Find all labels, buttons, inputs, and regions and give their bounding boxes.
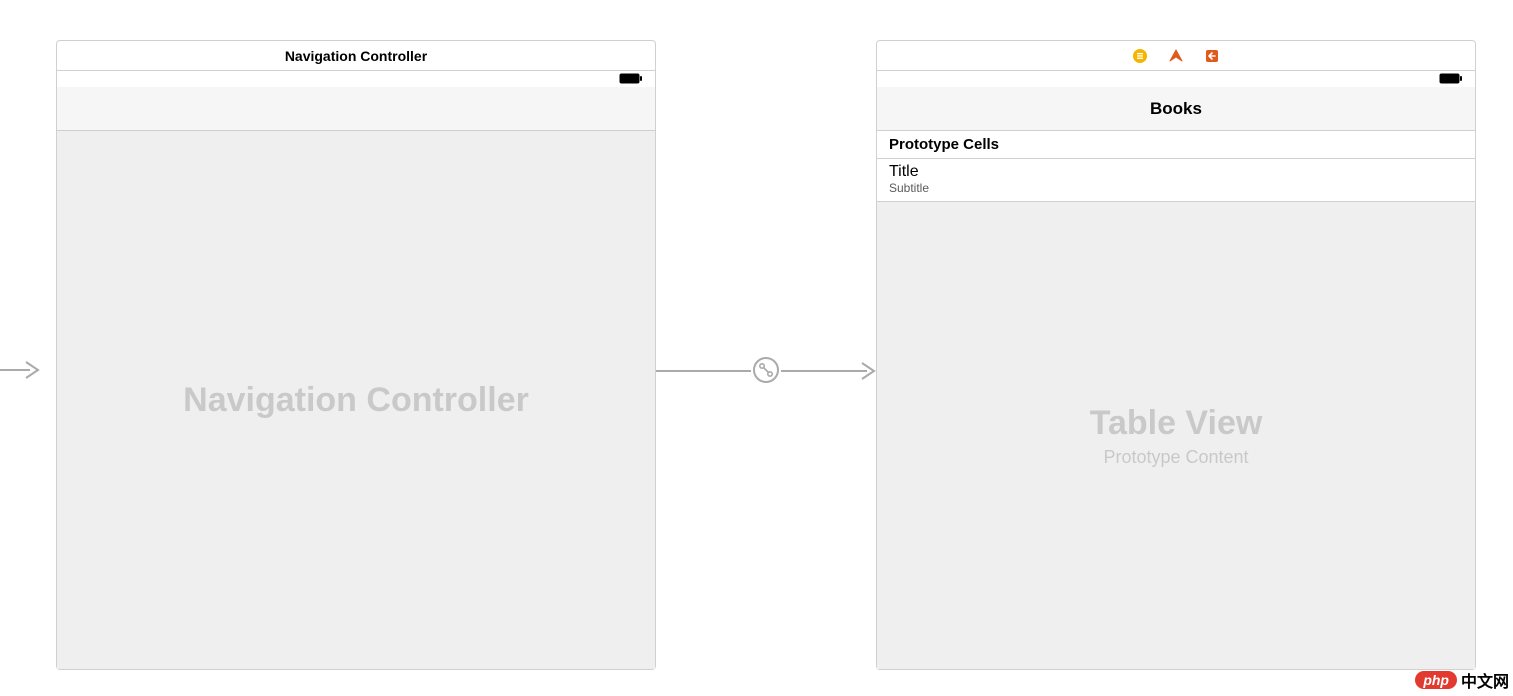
- battery-icon: [1439, 73, 1463, 85]
- scene-dock[interactable]: [877, 41, 1475, 71]
- watermark: php 中文网: [1415, 668, 1509, 692]
- table-view-body[interactable]: Table View Prototype Content: [877, 202, 1475, 669]
- view-controller-icon[interactable]: [1132, 48, 1148, 64]
- initial-vc-arrow[interactable]: [0, 358, 44, 382]
- placeholder-title: Table View: [1090, 404, 1263, 443]
- placeholder-subtitle: Prototype Content: [1103, 447, 1248, 468]
- navigation-bar[interactable]: [57, 87, 655, 131]
- first-responder-icon[interactable]: [1168, 48, 1184, 64]
- nav-title: Books: [1150, 99, 1202, 119]
- exit-icon[interactable]: [1204, 48, 1220, 64]
- segue-icon: [753, 357, 779, 383]
- scene-navigation-controller[interactable]: Navigation Controller Navigation Control…: [56, 40, 656, 670]
- storyboard-canvas[interactable]: Navigation Controller Navigation Control…: [0, 0, 1513, 696]
- segue-relationship[interactable]: [656, 362, 876, 390]
- cell-title-label: Title: [889, 163, 1463, 181]
- navigation-bar[interactable]: Books: [877, 87, 1475, 131]
- cell-subtitle-label: Subtitle: [889, 181, 1463, 195]
- scene-title-label: Navigation Controller: [285, 48, 427, 64]
- watermark-text: 中文网: [1461, 668, 1509, 692]
- scene-body[interactable]: Navigation Controller: [57, 131, 655, 669]
- watermark-brand: php: [1415, 671, 1457, 689]
- status-bar: [57, 71, 655, 87]
- scene-title-bar[interactable]: Navigation Controller: [57, 41, 655, 71]
- prototype-cell[interactable]: Title Subtitle: [877, 159, 1475, 202]
- status-bar: [877, 71, 1475, 87]
- battery-icon: [619, 73, 643, 85]
- scene-books[interactable]: Books Prototype Cells Title Subtitle Tab…: [876, 40, 1476, 670]
- placeholder-label: Navigation Controller: [183, 381, 529, 420]
- prototype-cells-header: Prototype Cells: [877, 131, 1475, 159]
